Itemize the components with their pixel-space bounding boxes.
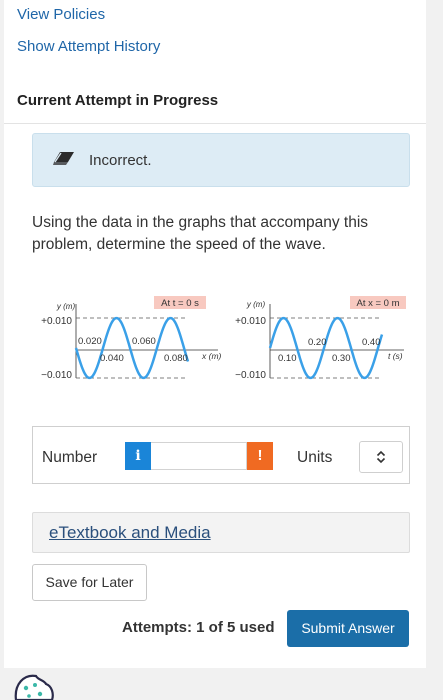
graph2-label: At x = 0 m	[356, 298, 399, 309]
cookie-settings-icon[interactable]	[10, 668, 56, 700]
units-select[interactable]	[359, 441, 403, 473]
divider	[4, 123, 426, 124]
select-chevron-icon	[375, 450, 387, 469]
attempts-counter: Attempts: 1 of 5 used	[122, 619, 275, 636]
wave-graphs: At t = 0 s y (m) +0.010 −0.010 0.020 0.0…	[41, 296, 406, 381]
graph1-tick-4: 0.080	[164, 353, 188, 364]
graph2-tick-1: 0.10	[278, 353, 297, 364]
alert-message: Incorrect.	[89, 152, 152, 169]
info-icon[interactable]: i	[125, 442, 151, 470]
graph2-tick-4: 0.40	[362, 337, 381, 348]
graph2-tick-3: 0.30	[332, 353, 351, 364]
graph1-label: At t = 0 s	[161, 298, 199, 309]
incorrect-alert: Incorrect.	[32, 133, 410, 187]
graph2-tick-2: 0.20	[308, 337, 327, 348]
save-for-later-button[interactable]: Save for Later	[32, 564, 147, 601]
graph1-tick-2: 0.040	[100, 353, 124, 364]
submit-answer-button[interactable]: Submit Answer	[287, 610, 409, 647]
section-title: Current Attempt in Progress	[17, 92, 219, 109]
question-text: Using the data in the graphs that accomp…	[32, 214, 369, 253]
number-input[interactable]	[151, 442, 247, 470]
show-attempt-history-link[interactable]: Show Attempt History	[17, 38, 160, 55]
graph1-y-top: +0.010	[41, 316, 72, 327]
etextbook-panel: eTextbook and Media	[32, 512, 410, 553]
eraser-icon	[53, 151, 75, 172]
graph2-y-bottom: −0.010	[235, 370, 266, 381]
number-label: Number	[42, 449, 98, 466]
graph2-y-axis-label: y (m)	[246, 300, 266, 309]
units-label: Units	[297, 449, 333, 466]
view-policies-link[interactable]: View Policies	[17, 6, 105, 23]
graph1-y-bottom: −0.010	[41, 370, 72, 381]
warning-icon[interactable]: !	[247, 442, 273, 470]
graph2-x-axis-label: t (s)	[388, 351, 403, 361]
graph1-y-axis-label: y (m)	[56, 302, 76, 311]
graph1-x-axis-label: x (m)	[201, 351, 222, 361]
graph-position: At t = 0 s y (m) +0.010 −0.010 0.020 0.0…	[41, 296, 222, 381]
graph1-tick-3: 0.060	[132, 336, 156, 347]
graph2-y-top: +0.010	[235, 316, 266, 327]
graph-time: At x = 0 m y (m) +0.010 −0.010 0.20 0.40…	[235, 296, 406, 381]
etextbook-link[interactable]: eTextbook and Media	[49, 523, 211, 543]
graph1-tick-1: 0.020	[78, 336, 102, 347]
answer-row: Number i ! Units	[32, 426, 410, 484]
